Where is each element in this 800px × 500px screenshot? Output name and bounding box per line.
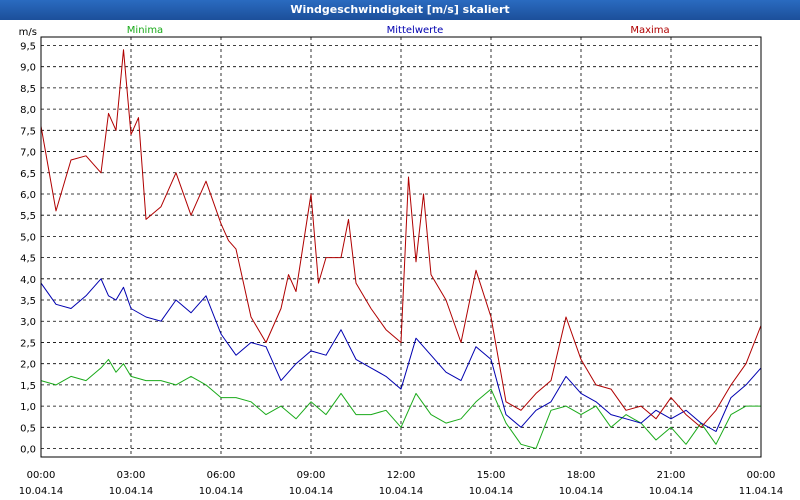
y-tick-label: 0,0 [20, 445, 36, 456]
series-line-maxima [40, 49, 762, 428]
window-title: Windgeschwindigkeit [m/s] skaliert [0, 0, 800, 20]
y-tick-label: 1,5 [20, 381, 36, 392]
x-tick-date: 10.04.14 [289, 486, 334, 497]
x-tick-time: 12:00 [387, 470, 416, 481]
y-tick-label: 4,5 [20, 254, 36, 265]
grid [41, 37, 761, 457]
legend: Minima Mittelwerte Maxima [127, 25, 670, 36]
x-tick-time: 00:00 [27, 470, 56, 481]
y-tick-label: 7,0 [20, 148, 36, 159]
x-tick-time: 15:00 [477, 470, 506, 481]
x-tick-time: 18:00 [567, 470, 596, 481]
y-tick-label: 9,5 [20, 41, 36, 52]
y-tick-label: 1,0 [20, 402, 36, 413]
y-tick-label: 2,0 [20, 360, 36, 371]
x-tick-date: 10.04.14 [559, 486, 604, 497]
y-tick-label: 6,0 [20, 190, 36, 201]
y-axis-unit: m/s [19, 27, 37, 38]
y-tick-label: 5,0 [20, 232, 36, 243]
legend-item-maxima: Maxima [630, 25, 669, 36]
x-tick-time: 21:00 [657, 470, 686, 481]
y-tick-label: 4,0 [20, 275, 36, 286]
x-tick-date: 11.04.14 [739, 486, 784, 497]
x-tick-time: 00:00 [747, 470, 776, 481]
legend-item-minima: Minima [127, 25, 163, 36]
x-tick-date: 10.04.14 [379, 486, 424, 497]
x-tick-time: 06:00 [207, 470, 236, 481]
y-tick-label: 9,0 [20, 63, 36, 74]
y-tick-label: 2,5 [20, 338, 36, 349]
x-tick-date: 10.04.14 [469, 486, 514, 497]
x-tick-date: 10.04.14 [199, 486, 244, 497]
y-tick-label: 3,5 [20, 296, 36, 307]
x-tick-date: 10.04.14 [649, 486, 694, 497]
x-tick-time: 09:00 [297, 470, 326, 481]
y-tick-label: 7,5 [20, 126, 36, 137]
y-tick-label: 3,0 [20, 317, 36, 328]
x-tick-date: 10.04.14 [19, 486, 64, 497]
y-tick-label: 8,0 [20, 105, 36, 116]
x-tick-date: 10.04.14 [109, 486, 154, 497]
legend-item-mittelwerte: Mittelwerte [387, 25, 444, 36]
y-tick-label: 8,5 [20, 84, 36, 95]
line-chart: Minima Mittelwerte Maxima 9,5 9,0 8,5 8,0 7,5 7… [19, 25, 784, 497]
y-tick-label: 5,5 [20, 211, 36, 222]
x-tick-time: 03:00 [117, 470, 146, 481]
y-tick-label: 0,5 [20, 423, 36, 434]
y-tick-label: 6,5 [20, 169, 36, 180]
